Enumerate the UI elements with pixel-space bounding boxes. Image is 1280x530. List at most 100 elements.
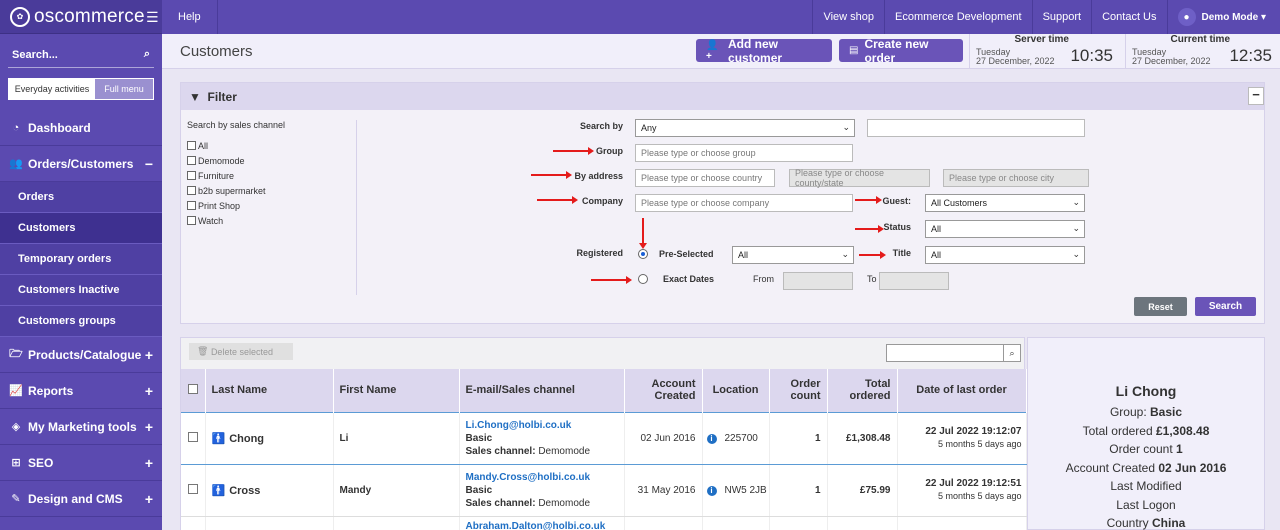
column-header-location[interactable]: Location — [702, 369, 770, 412]
select-all-checkbox[interactable] — [187, 383, 198, 394]
sidebar-subitem-customers-inactive[interactable]: Customers Inactive — [0, 275, 162, 306]
search-text-input[interactable] — [867, 119, 1085, 137]
sidebar-item-products[interactable]: 🗁 Products/Catalogue + — [0, 337, 162, 373]
add-new-customer-button[interactable]: 👤+ Add new customer — [696, 37, 832, 65]
title-select[interactable]: All ⌄ — [925, 246, 1085, 264]
checkbox[interactable] — [187, 171, 196, 180]
location-value: NW5 2JB — [724, 484, 767, 496]
tag-icon: ◈ — [11, 421, 21, 433]
ecommerce-development-link[interactable]: Ecommerce Development — [884, 0, 1032, 34]
checkbox[interactable] — [187, 141, 196, 150]
channel-option-print-shop[interactable]: Print Shop — [187, 198, 356, 213]
checkbox[interactable] — [187, 186, 196, 195]
by-address-label: By address — [574, 171, 623, 181]
expand-icon[interactable]: + — [145, 347, 153, 363]
reset-button[interactable]: Reset — [1134, 297, 1187, 316]
hamburger-menu-icon[interactable]: ☰ — [146, 9, 159, 26]
table-row[interactable]: 🚹 Chong Li Li.Chong@holbi.co.uk Basic Sal… — [181, 411, 1027, 465]
customer-email-link[interactable]: Abraham.Dalton@holbi.co.uk — [466, 521, 624, 530]
column-header-date-last-order[interactable]: Date of last order — [897, 369, 1027, 412]
sidebar-subitem-orders[interactable]: Orders — [0, 182, 162, 213]
row-checkbox[interactable] — [187, 483, 198, 494]
expand-icon[interactable]: + — [145, 383, 153, 399]
support-link[interactable]: Support — [1031, 0, 1092, 34]
sidebar-subitem-customers-groups[interactable]: Customers groups — [0, 306, 162, 337]
delete-selected-button[interactable]: 🗑 Delete selected — [189, 343, 293, 360]
column-header-last-name[interactable]: Last Name — [205, 369, 334, 412]
group-input[interactable]: Please type or choose group — [635, 144, 853, 162]
sidebar-item-seo[interactable]: ⊞ SEO + — [0, 445, 162, 481]
expand-icon[interactable]: + — [145, 419, 153, 435]
person-icon: 🚹 — [211, 432, 226, 445]
user-menu[interactable]: ● Demo Mode ▾ — [1166, 0, 1280, 34]
create-new-order-button[interactable]: ▤ Create new order — [839, 37, 963, 65]
expand-icon[interactable]: + — [145, 455, 153, 471]
guest-select[interactable]: All Customers ⌄ — [925, 194, 1085, 212]
sidebar-subitem-customers[interactable]: Customers — [0, 213, 162, 244]
info-icon[interactable]: i — [706, 485, 717, 496]
row-select-cell — [181, 464, 206, 517]
detail-logon: Last Logon — [1116, 497, 1176, 512]
channel-option-watch[interactable]: Watch — [187, 213, 356, 228]
channel-option-demomode[interactable]: Demomode — [187, 153, 356, 168]
logo-icon: ✿ — [10, 6, 30, 27]
exact-dates-radio[interactable] — [638, 274, 648, 284]
sidebar-item-dashboard[interactable]: ◔ Dashboard — [0, 110, 162, 146]
full-menu-button[interactable]: Full menu — [95, 79, 153, 99]
sidebar-item-design[interactable]: ✎ Design and CMS + — [0, 481, 162, 517]
column-header-first-name[interactable]: First Name — [333, 369, 460, 412]
column-header-order-count[interactable]: Order count — [769, 369, 828, 412]
pre-selected-select[interactable]: All ⌄ — [732, 246, 854, 264]
last-order-ago: 5 months 5 days ago — [937, 439, 1022, 449]
user-name: Demo Mode — [1201, 11, 1259, 23]
table-search-input[interactable] — [886, 344, 1004, 362]
last-order-cell: 22 Jul 2022 19:12:51 5 months 5 days ago — [897, 464, 1027, 517]
expand-icon[interactable]: + — [145, 491, 153, 507]
help-link[interactable]: Help — [162, 0, 218, 34]
checkbox[interactable] — [187, 216, 196, 225]
checkbox[interactable] — [187, 201, 196, 210]
info-icon[interactable]: i — [706, 433, 717, 444]
folder-icon: 🗁 — [9, 348, 23, 360]
sidebar-item-marketing[interactable]: ◈ My Marketing tools + — [0, 409, 162, 445]
customer-email-link[interactable]: Mandy.Cross@holbi.co.uk — [466, 471, 624, 484]
search-button[interactable]: Search — [1195, 297, 1256, 316]
country-input[interactable]: Please type or choose country — [635, 169, 775, 187]
table-row[interactable]: 🚹 Cross Mandy Mandy.Cross@holbi.co.uk Bas… — [181, 464, 1027, 517]
server-time: Server time Tuesday 27 December, 2022 10… — [969, 34, 1121, 69]
sidebar-subitem-temporary-orders[interactable]: Temporary orders — [0, 244, 162, 275]
last-name-cell — [205, 516, 334, 530]
total-ordered-cell: £1,308.48 — [827, 411, 898, 465]
first-name-cell: Mandy — [333, 464, 460, 517]
view-shop-link[interactable]: View shop — [812, 0, 884, 34]
column-header-email[interactable]: E-mail/Sales channel — [459, 369, 625, 412]
sidebar-search-input[interactable]: Search... ⌕ — [8, 42, 154, 68]
search-by-select[interactable]: Any ⌄ — [635, 119, 855, 137]
everyday-activities-button[interactable]: Everyday activities — [9, 79, 95, 99]
pre-selected-radio[interactable] — [638, 249, 648, 259]
sidebar-item-orders-customers[interactable]: 👥 Orders/Customers − — [0, 146, 162, 182]
sales-channel-list: Search by sales channel All Demomode Fur… — [187, 120, 357, 295]
status-select[interactable]: All ⌄ — [925, 220, 1085, 238]
table-row[interactable]: Abraham.Dalton@holbi.co.uk — [181, 516, 1027, 530]
customer-email-link[interactable]: Li.Chong@holbi.co.uk — [466, 419, 624, 432]
search-by-value: Any — [641, 123, 657, 133]
sales-channel-label: Sales channel: — [465, 445, 536, 457]
column-header-account-created[interactable]: Account Created — [624, 369, 703, 412]
email-cell: Mandy.Cross@holbi.co.uk Basic Sales chan… — [459, 464, 625, 517]
collapse-icon[interactable]: − — [145, 156, 153, 172]
channel-option-b2b[interactable]: b2b supermarket — [187, 183, 356, 198]
search-icon[interactable]: ⌕ — [1003, 344, 1021, 362]
channel-option-furniture[interactable]: Furniture — [187, 168, 356, 183]
collapse-filter-button[interactable]: − — [1248, 87, 1264, 105]
search-icon[interactable]: ⌕ — [144, 48, 150, 61]
checkbox[interactable] — [187, 156, 196, 165]
contact-us-link[interactable]: Contact Us — [1091, 0, 1166, 34]
logo[interactable]: ✿ oscommerce — [0, 0, 162, 34]
from-label: From — [753, 274, 774, 284]
row-checkbox[interactable] — [187, 431, 198, 442]
channel-option-all[interactable]: All — [187, 138, 356, 153]
sidebar-item-reports[interactable]: 📈 Reports + — [0, 373, 162, 409]
column-header-total-ordered[interactable]: Total ordered — [827, 369, 898, 412]
company-input[interactable]: Please type or choose company — [635, 194, 853, 212]
